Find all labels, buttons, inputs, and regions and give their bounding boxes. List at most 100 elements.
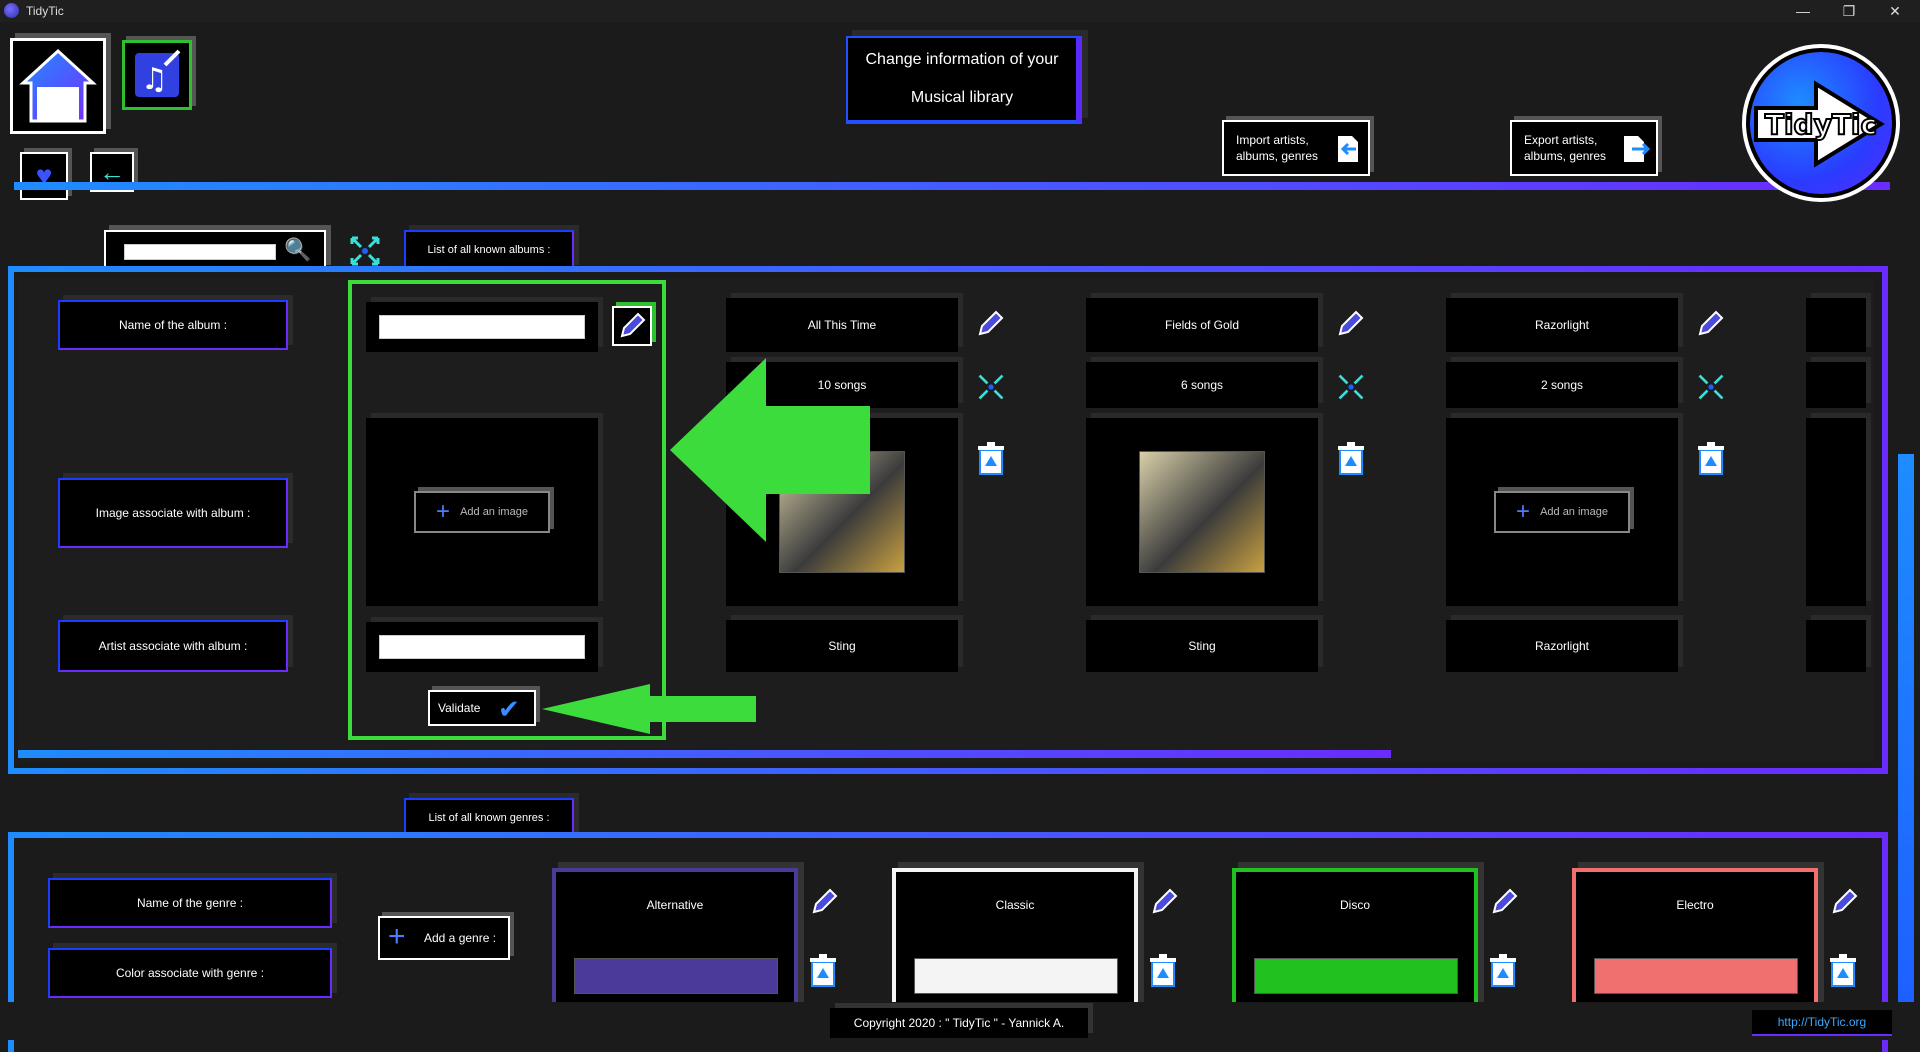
window-title: TidyTic	[26, 4, 64, 18]
genre-delete-button[interactable]	[808, 954, 838, 993]
new-album-name-input[interactable]	[379, 315, 585, 339]
expand-album-icon[interactable]	[1336, 372, 1366, 407]
genre-name-label: Name of the genre :	[48, 878, 332, 928]
trash-icon	[1338, 442, 1364, 475]
album-edit-button[interactable]	[976, 310, 1004, 343]
album-name	[1806, 298, 1866, 352]
logo-text: TidyTic	[1764, 107, 1878, 142]
album-artist-label: Artist associate with album :	[58, 620, 288, 672]
album-search-input[interactable]	[124, 244, 276, 260]
website-link[interactable]: http://TidyTic.org	[1752, 1010, 1892, 1036]
add-genre-label: Add a genre :	[424, 931, 497, 945]
genre-color-swatch[interactable]	[574, 958, 778, 994]
page-title-line2: Musical library	[910, 89, 1014, 106]
album-add-image-button[interactable]: + Add an image	[1494, 491, 1630, 533]
add-genre-button[interactable]: + Add a genre :	[378, 916, 510, 960]
genre-edit-button[interactable]	[810, 888, 838, 921]
import-file-icon	[1338, 136, 1358, 162]
album-artist	[1806, 620, 1866, 672]
album-image-label: Image associate with album :	[58, 478, 288, 548]
add-image-label: Add an image	[1540, 506, 1608, 518]
restore-button[interactable]: ❐	[1826, 0, 1872, 22]
pencil-icon	[1152, 888, 1178, 914]
green-arrow-large-icon	[670, 358, 870, 542]
green-arrow-small-icon	[542, 684, 756, 734]
window-titlebar: TidyTic — ❐ ✕	[0, 0, 1920, 22]
albums-scroll-track[interactable]	[18, 750, 1874, 758]
pencil-icon	[1698, 310, 1724, 336]
album-edit-button[interactable]	[1696, 310, 1724, 343]
new-album-image-area: + Add an image	[366, 418, 598, 606]
export-label-line2: albums, genres	[1524, 149, 1607, 163]
import-button[interactable]: Import artists, albums, genres	[1222, 120, 1370, 176]
export-button[interactable]: Export artists, albums, genres	[1510, 120, 1658, 176]
album-song-count: 2 songs	[1446, 362, 1678, 408]
genre-edit-button[interactable]	[1830, 888, 1858, 921]
album-delete-button[interactable]	[976, 442, 1006, 481]
album-image-area: + Add an image	[1446, 418, 1678, 606]
plus-icon: +	[436, 498, 451, 525]
expand-all-icon[interactable]	[348, 234, 382, 268]
album-name: All This Time	[726, 298, 958, 352]
copyright-text: Copyright 2020 : " TidyTic " - Yannick A…	[830, 1008, 1088, 1038]
genre-color-swatch[interactable]	[914, 958, 1118, 994]
music-edit-button[interactable]: ♫	[122, 40, 192, 110]
genre-card: Electro	[1572, 868, 1818, 1008]
new-album-artist-field	[366, 622, 598, 672]
album-name-text: All This Time	[807, 318, 877, 332]
pencil-icon	[620, 312, 646, 338]
new-album-add-image-button[interactable]: + Add an image	[414, 491, 550, 533]
albums-scroll-thumb[interactable]	[18, 750, 1391, 758]
validate-button[interactable]: Validate ✔	[428, 690, 536, 726]
album-artist: Sting	[726, 620, 958, 672]
close-button[interactable]: ✕	[1872, 0, 1918, 22]
page-scrollbar[interactable]	[1898, 454, 1914, 1002]
trash-icon	[1490, 954, 1516, 987]
pencil-icon	[1492, 888, 1518, 914]
album-delete-button[interactable]	[1336, 442, 1366, 481]
genre-delete-button[interactable]	[1828, 954, 1858, 993]
album-name-text: Razorlight	[1534, 318, 1590, 332]
album-edit-button[interactable]	[1336, 310, 1364, 343]
pencil-icon	[812, 888, 838, 914]
genre-card: Alternative	[552, 868, 798, 1008]
new-album-edit-button[interactable]	[612, 306, 652, 346]
genre-delete-button[interactable]	[1488, 954, 1518, 993]
album-artist-text: Sting	[828, 639, 856, 653]
album-search-box: 🔍	[104, 230, 326, 270]
album-song-count-text: 2 songs	[1540, 378, 1584, 392]
album-cover-image	[1139, 451, 1265, 573]
favorites-button[interactable]: ♥	[20, 152, 68, 200]
plus-icon: +	[388, 920, 406, 953]
minimize-button[interactable]: —	[1780, 0, 1826, 22]
trash-icon	[1830, 954, 1856, 987]
pencil-icon	[978, 310, 1004, 336]
album-delete-button[interactable]	[1696, 442, 1726, 481]
genre-color-swatch[interactable]	[1254, 958, 1458, 994]
genre-color-label: Color associate with genre :	[48, 948, 332, 998]
expand-album-icon[interactable]	[976, 372, 1006, 407]
genre-edit-button[interactable]	[1490, 888, 1518, 921]
export-label-line1: Export artists,	[1524, 133, 1598, 147]
album-artist-text: Razorlight	[1534, 639, 1590, 653]
validate-label: Validate	[438, 701, 481, 715]
album-artist-text: Sting	[1188, 639, 1216, 653]
plus-icon: +	[1516, 498, 1531, 525]
trash-icon	[810, 954, 836, 987]
genre-edit-button[interactable]	[1150, 888, 1178, 921]
home-button[interactable]	[10, 38, 106, 134]
album-name-label: Name of the album :	[58, 300, 288, 350]
add-image-label: Add an image	[460, 506, 528, 518]
pencil-icon	[1832, 888, 1858, 914]
genre-name-text: Electro	[1676, 898, 1714, 912]
expand-album-icon[interactable]	[1696, 372, 1726, 407]
album-artist: Sting	[1086, 620, 1318, 672]
checkmark-icon: ✔	[498, 694, 520, 724]
genre-delete-button[interactable]	[1148, 954, 1178, 993]
album-image-area	[1806, 418, 1866, 606]
search-icon[interactable]: 🔍	[284, 237, 311, 263]
album-name-text: Fields of Gold	[1164, 318, 1240, 332]
album-artist: Razorlight	[1446, 620, 1678, 672]
new-album-artist-input[interactable]	[379, 635, 585, 659]
genre-color-swatch[interactable]	[1594, 958, 1798, 994]
